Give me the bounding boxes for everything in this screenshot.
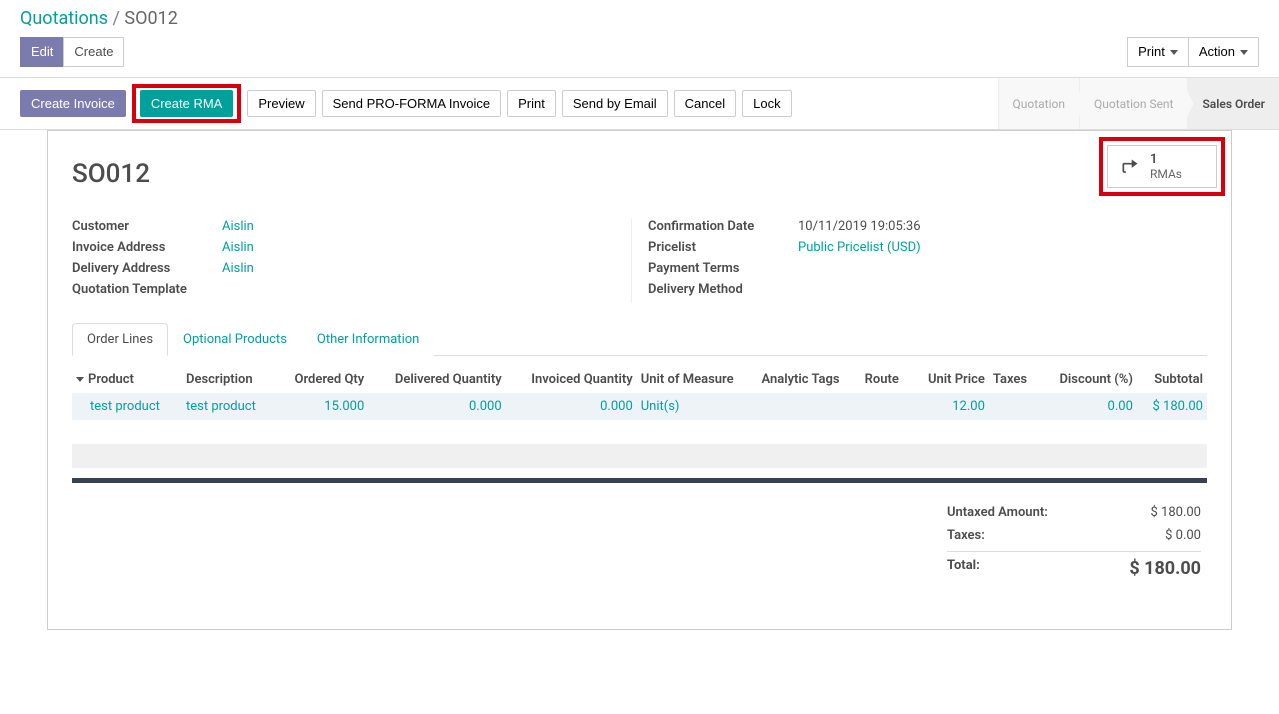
payment-terms-label: Payment Terms bbox=[648, 261, 798, 276]
tab-order-lines[interactable]: Order Lines bbox=[72, 323, 168, 356]
customer-label: Customer bbox=[72, 219, 222, 234]
delivery-method-label: Delivery Method bbox=[648, 282, 798, 297]
taxes-value: $ 0.00 bbox=[1165, 528, 1201, 543]
rmas-label: RMAs bbox=[1150, 167, 1182, 181]
quotation-template-value bbox=[222, 282, 615, 297]
col-subtotal[interactable]: Subtotal bbox=[1137, 366, 1207, 393]
line-invoiced-qty: 0.000 bbox=[600, 399, 633, 414]
line-analytic-tags bbox=[757, 393, 860, 420]
tab-optional-products[interactable]: Optional Products bbox=[168, 323, 302, 356]
tab-other-information[interactable]: Other Information bbox=[302, 323, 434, 356]
untaxed-amount-value: $ 180.00 bbox=[1151, 505, 1202, 520]
untaxed-amount-label: Untaxed Amount: bbox=[947, 505, 1048, 520]
col-description[interactable]: Description bbox=[182, 366, 275, 393]
caret-down-icon bbox=[1240, 50, 1248, 55]
col-discount[interactable]: Discount (%) bbox=[1039, 366, 1137, 393]
caret-down-icon bbox=[76, 377, 84, 382]
send-proforma-button[interactable]: Send PRO-FORMA Invoice bbox=[322, 90, 502, 117]
pricelist-label: Pricelist bbox=[648, 240, 798, 255]
status-bar: Quotation Quotation Sent Sales Order bbox=[998, 78, 1279, 129]
total-value: $ 180.00 bbox=[1129, 558, 1201, 579]
preview-button[interactable]: Preview bbox=[247, 90, 315, 117]
send-email-button[interactable]: Send by Email bbox=[562, 90, 668, 117]
col-delivered-qty[interactable]: Delivered Quantity bbox=[368, 366, 505, 393]
highlight-create-rma: Create RMA bbox=[132, 84, 242, 123]
lock-button[interactable]: Lock bbox=[742, 90, 791, 117]
quotation-template-label: Quotation Template bbox=[72, 282, 222, 297]
share-arrow-icon bbox=[1120, 157, 1140, 177]
line-ordered-qty: 15.000 bbox=[324, 399, 364, 414]
table-footer-spacer bbox=[72, 444, 1207, 468]
record-title: SO012 bbox=[72, 159, 1207, 189]
col-taxes[interactable]: Taxes bbox=[989, 366, 1040, 393]
create-invoice-button[interactable]: Create Invoice bbox=[20, 90, 126, 117]
rmas-count: 1 bbox=[1150, 152, 1182, 167]
payment-terms-value bbox=[798, 261, 1191, 276]
delivery-method-value bbox=[798, 282, 1191, 297]
print-dropdown[interactable]: Print bbox=[1127, 37, 1189, 67]
invoice-address-value[interactable]: Aislin bbox=[222, 240, 615, 255]
customer-value[interactable]: Aislin bbox=[222, 219, 615, 234]
table-row[interactable]: test product test product 15.000 0.000 0… bbox=[72, 393, 1207, 420]
col-unit-price[interactable]: Unit Price bbox=[911, 366, 989, 393]
col-uom[interactable]: Unit of Measure bbox=[637, 366, 758, 393]
col-product[interactable]: Product bbox=[72, 366, 182, 393]
col-analytic-tags[interactable]: Analytic Tags bbox=[757, 366, 860, 393]
pricelist-value[interactable]: Public Pricelist (USD) bbox=[798, 240, 1191, 255]
rmas-stat-button[interactable]: 1 RMAs bbox=[1107, 145, 1217, 188]
line-description[interactable]: test product bbox=[186, 399, 256, 414]
line-route bbox=[861, 393, 912, 420]
col-route[interactable]: Route bbox=[861, 366, 912, 393]
line-product[interactable]: test product bbox=[90, 399, 160, 414]
delivery-address-label: Delivery Address bbox=[72, 261, 222, 276]
breadcrumb: Quotations / SO012 bbox=[20, 8, 1259, 29]
section-divider bbox=[72, 478, 1207, 483]
line-discount: 0.00 bbox=[1108, 399, 1133, 414]
line-unit-price: 12.00 bbox=[952, 399, 985, 414]
form-sheet: 1 RMAs SO012 CustomerAislin Invoice Addr… bbox=[47, 130, 1232, 630]
order-lines-table: Product Description Ordered Qty Delivere… bbox=[72, 366, 1207, 468]
line-delivered-qty: 0.000 bbox=[469, 399, 502, 414]
line-taxes bbox=[989, 393, 1040, 420]
total-label: Total: bbox=[947, 558, 980, 579]
action-dropdown[interactable]: Action bbox=[1188, 37, 1259, 67]
status-quotation: Quotation bbox=[998, 78, 1079, 129]
col-ordered-qty[interactable]: Ordered Qty bbox=[275, 366, 368, 393]
create-rma-button[interactable]: Create RMA bbox=[140, 90, 234, 117]
caret-down-icon bbox=[1170, 50, 1178, 55]
tabs: Order Lines Optional Products Other Info… bbox=[72, 323, 1207, 356]
invoice-address-label: Invoice Address bbox=[72, 240, 222, 255]
col-invoiced-qty[interactable]: Invoiced Quantity bbox=[506, 366, 637, 393]
line-subtotal: $ 180.00 bbox=[1153, 399, 1204, 414]
breadcrumb-root[interactable]: Quotations bbox=[20, 8, 108, 29]
edit-button[interactable]: Edit bbox=[20, 37, 64, 67]
delivery-address-value[interactable]: Aislin bbox=[222, 261, 615, 276]
status-sales-order: Sales Order bbox=[1187, 78, 1279, 129]
print-button[interactable]: Print bbox=[507, 90, 556, 117]
taxes-label: Taxes: bbox=[947, 528, 985, 543]
highlight-rmas-stat: 1 RMAs bbox=[1099, 137, 1225, 196]
confirmation-date-label: Confirmation Date bbox=[648, 219, 798, 234]
confirmation-date-value: 10/11/2019 19:05:36 bbox=[798, 219, 1191, 234]
breadcrumb-current: SO012 bbox=[124, 8, 177, 29]
create-button[interactable]: Create bbox=[63, 37, 124, 67]
totals-block: Untaxed Amount: $ 180.00 Taxes: $ 0.00 Tot… bbox=[947, 501, 1207, 583]
status-quotation-sent: Quotation Sent bbox=[1079, 78, 1188, 129]
line-uom[interactable]: Unit(s) bbox=[641, 399, 680, 414]
cancel-button[interactable]: Cancel bbox=[674, 90, 736, 117]
